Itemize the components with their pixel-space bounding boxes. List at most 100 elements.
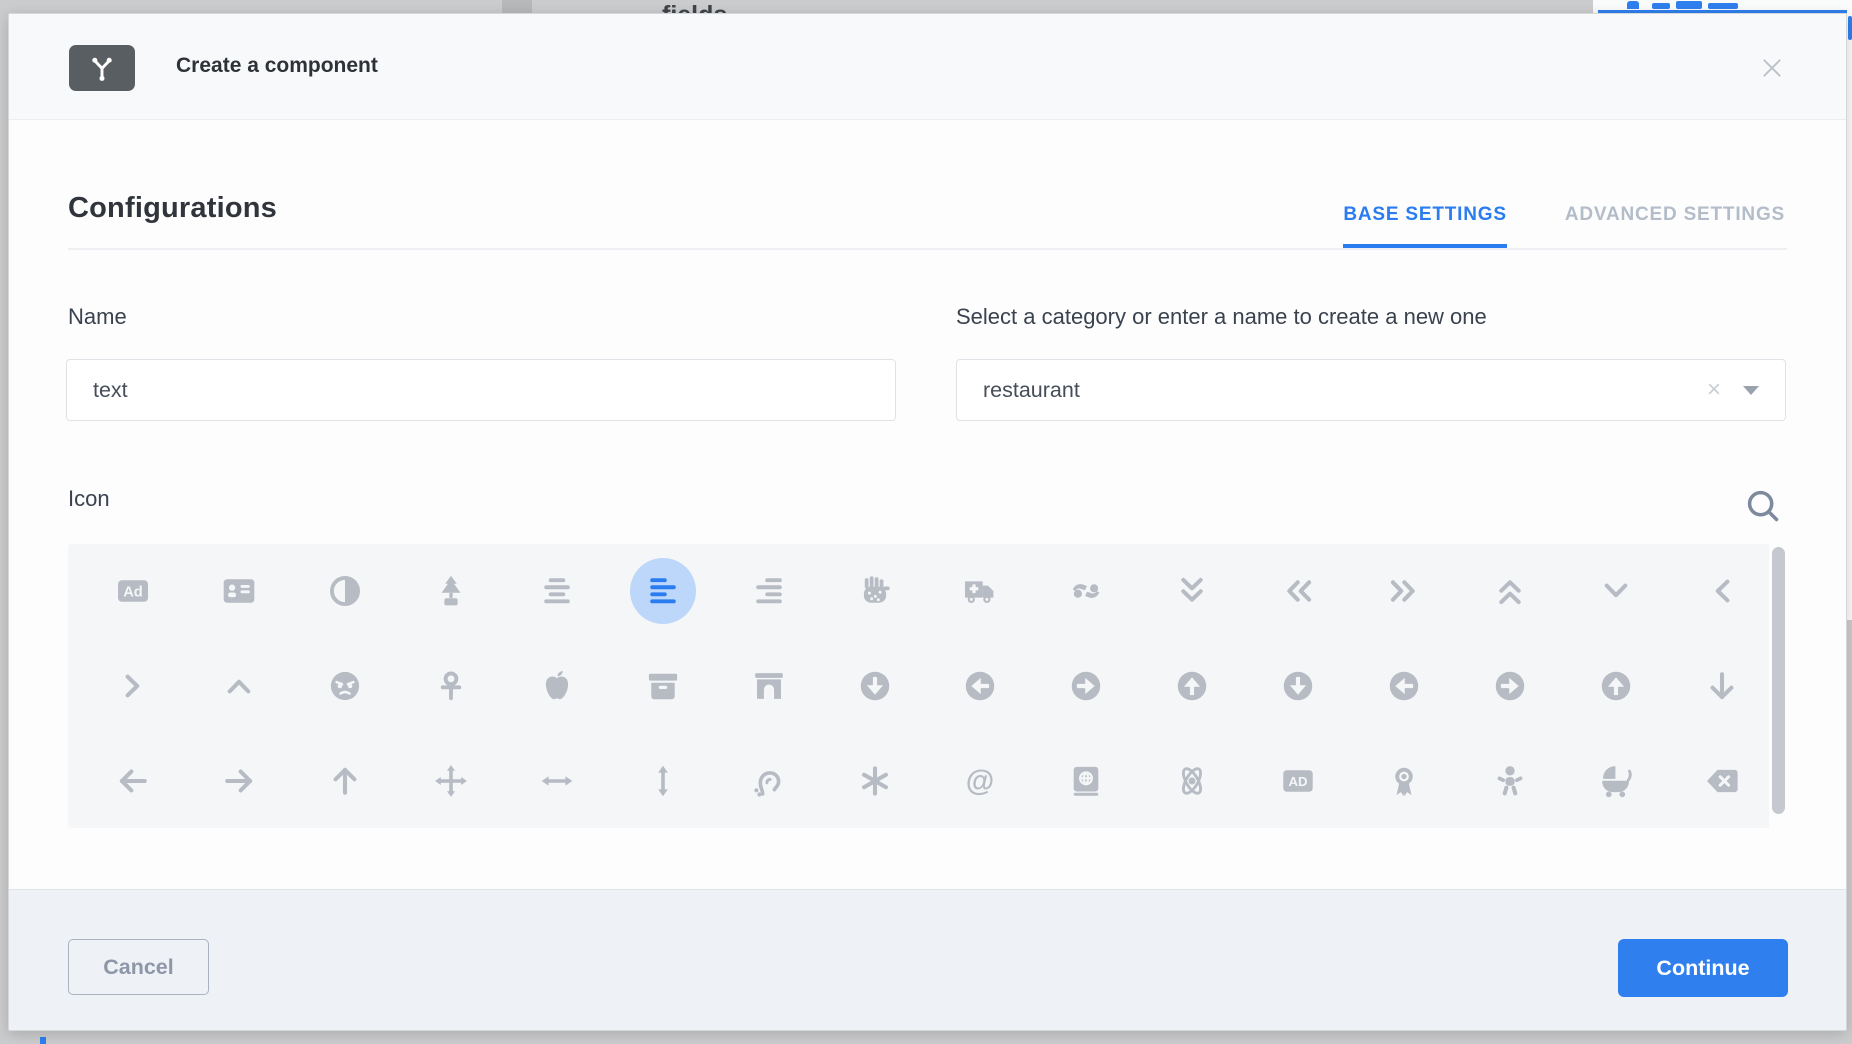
icon-option-angle-left[interactable] bbox=[1669, 544, 1775, 639]
background-white-area bbox=[1593, 0, 1852, 13]
icon-option-archway[interactable] bbox=[716, 639, 822, 734]
icon-option-arrow-right[interactable] bbox=[186, 733, 292, 828]
icon-option-asterisk[interactable] bbox=[822, 733, 928, 828]
icon-option-adjust[interactable] bbox=[292, 544, 398, 639]
icon-option-arrow-up[interactable] bbox=[292, 733, 398, 828]
icon-option-atom[interactable] bbox=[1139, 733, 1245, 828]
icon-option-align-left[interactable] bbox=[610, 544, 716, 639]
icon-option-align-right[interactable] bbox=[716, 544, 822, 639]
clear-icon[interactable]: × bbox=[1707, 360, 1721, 420]
icon-option-ankh[interactable] bbox=[398, 639, 504, 734]
icon-option-arrow-alt-circle-up[interactable] bbox=[1139, 639, 1245, 734]
icon-option-arrow-alt-circle-left[interactable] bbox=[928, 639, 1034, 734]
american-sign-language-interpreting-icon bbox=[1068, 573, 1104, 609]
icon-option-backspace[interactable] bbox=[1669, 733, 1775, 828]
background-blue-icon-fragment bbox=[1627, 1, 1639, 9]
icon-option-angle-up[interactable] bbox=[186, 639, 292, 734]
background-partial-heading: fields bbox=[662, 1, 727, 13]
create-component-modal: Create a component Configurations BASE S… bbox=[8, 13, 1847, 1031]
page-title: Configurations bbox=[68, 192, 277, 225]
page: fields Create a component bbox=[0, 0, 1852, 1044]
continue-button[interactable]: Continue bbox=[1618, 939, 1788, 997]
cancel-button[interactable]: Cancel bbox=[68, 939, 209, 995]
ad-icon: Ad bbox=[115, 573, 151, 609]
modal-header: Create a component bbox=[9, 14, 1846, 120]
svg-text:AD: AD bbox=[1289, 774, 1308, 789]
icon-option-arrow-circle-right[interactable] bbox=[1457, 639, 1563, 734]
icon-grid-row: @ AD bbox=[68, 733, 1787, 828]
asterisk-icon bbox=[857, 763, 893, 799]
icon-option-align-center[interactable] bbox=[504, 544, 610, 639]
icon-option-angle-double-left[interactable] bbox=[1245, 544, 1351, 639]
icon-option-arrow-circle-left[interactable] bbox=[1351, 639, 1457, 734]
arrow-circle-right-icon bbox=[1492, 668, 1528, 704]
icon-option-at[interactable]: @ bbox=[928, 733, 1034, 828]
icon-option-arrows-alt-h[interactable] bbox=[504, 733, 610, 828]
arrows-alt-v-icon bbox=[645, 763, 681, 799]
icon-section-label: Icon bbox=[68, 486, 110, 512]
angle-double-up-icon bbox=[1492, 573, 1528, 609]
award-icon bbox=[1386, 763, 1422, 799]
tab-advanced-settings[interactable]: ADVANCED SETTINGS bbox=[1565, 201, 1785, 248]
arrow-down-icon bbox=[1704, 668, 1740, 704]
icon-option-baby[interactable] bbox=[1457, 733, 1563, 828]
icon-option-atlas[interactable] bbox=[1033, 733, 1139, 828]
name-label: Name bbox=[68, 304, 127, 330]
icon-option-air-freshener[interactable] bbox=[398, 544, 504, 639]
icon-option-archive[interactable] bbox=[610, 639, 716, 734]
address-card-icon bbox=[221, 573, 257, 609]
category-select[interactable]: restaurant × bbox=[956, 359, 1786, 421]
icon-option-angle-double-up[interactable] bbox=[1457, 544, 1563, 639]
background-blue-text-fragment bbox=[1676, 1, 1702, 9]
icon-option-address-card[interactable] bbox=[186, 544, 292, 639]
icon-option-arrow-circle-up[interactable] bbox=[1563, 639, 1669, 734]
icon-option-arrows-alt-v[interactable] bbox=[610, 733, 716, 828]
svg-text:Ad: Ad bbox=[123, 585, 143, 601]
archway-icon bbox=[751, 668, 787, 704]
icon-option-arrow-alt-circle-down[interactable] bbox=[822, 639, 928, 734]
angry-icon bbox=[327, 668, 363, 704]
angle-double-down-icon bbox=[1174, 573, 1210, 609]
angle-double-right-icon bbox=[1386, 573, 1422, 609]
angle-left-icon bbox=[1704, 573, 1740, 609]
icon-option-angle-right[interactable] bbox=[80, 639, 186, 734]
chevron-down-icon[interactable] bbox=[1743, 386, 1759, 395]
icon-option-assistive-listening-systems[interactable] bbox=[716, 733, 822, 828]
backspace-icon bbox=[1704, 763, 1740, 799]
icon-option-apple-alt[interactable] bbox=[504, 639, 610, 734]
atom-icon bbox=[1174, 763, 1210, 799]
icon-option-arrow-down[interactable] bbox=[1669, 639, 1775, 734]
icon-option-allergies[interactable] bbox=[822, 544, 928, 639]
close-icon[interactable] bbox=[1756, 52, 1788, 84]
icon-option-award[interactable] bbox=[1351, 733, 1457, 828]
icon-option-arrow-alt-circle-right[interactable] bbox=[1033, 639, 1139, 734]
icon-grid-row: Ad bbox=[68, 544, 1787, 639]
background-top-strip: fields bbox=[0, 0, 1852, 13]
icon-option-arrow-circle-down[interactable] bbox=[1245, 639, 1351, 734]
icon-option-ad[interactable]: Ad bbox=[80, 544, 186, 639]
icon-option-arrows-alt[interactable] bbox=[398, 733, 504, 828]
atlas-icon bbox=[1068, 763, 1104, 799]
icon-option-audio-description[interactable]: AD bbox=[1245, 733, 1351, 828]
icon-option-american-sign-language-interpreting[interactable] bbox=[1033, 544, 1139, 639]
background-right-edge bbox=[1847, 0, 1852, 620]
icon-option-angle-down[interactable] bbox=[1563, 544, 1669, 639]
allergies-icon bbox=[857, 573, 893, 609]
icon-option-angle-double-down[interactable] bbox=[1139, 544, 1245, 639]
modal-footer: Cancel Continue bbox=[9, 889, 1846, 1031]
name-input[interactable] bbox=[66, 359, 896, 421]
icon-option-arrow-left[interactable] bbox=[80, 733, 186, 828]
background-bottom-blue-fragment bbox=[40, 1037, 46, 1044]
search-icon[interactable] bbox=[1743, 486, 1783, 526]
tab-base-settings[interactable]: BASE SETTINGS bbox=[1343, 201, 1506, 248]
icon-option-angle-double-right[interactable] bbox=[1351, 544, 1457, 639]
icon-option-ambulance[interactable] bbox=[928, 544, 1034, 639]
modal-title: Create a component bbox=[176, 54, 378, 78]
align-right-icon bbox=[751, 573, 787, 609]
arrows-alt-icon bbox=[433, 763, 469, 799]
icon-option-angry[interactable] bbox=[292, 639, 398, 734]
audio-description-icon: AD bbox=[1280, 763, 1316, 799]
background-scroll-fragment bbox=[502, 0, 532, 13]
icon-option-baby-carriage[interactable] bbox=[1563, 733, 1669, 828]
angle-down-icon bbox=[1598, 573, 1634, 609]
